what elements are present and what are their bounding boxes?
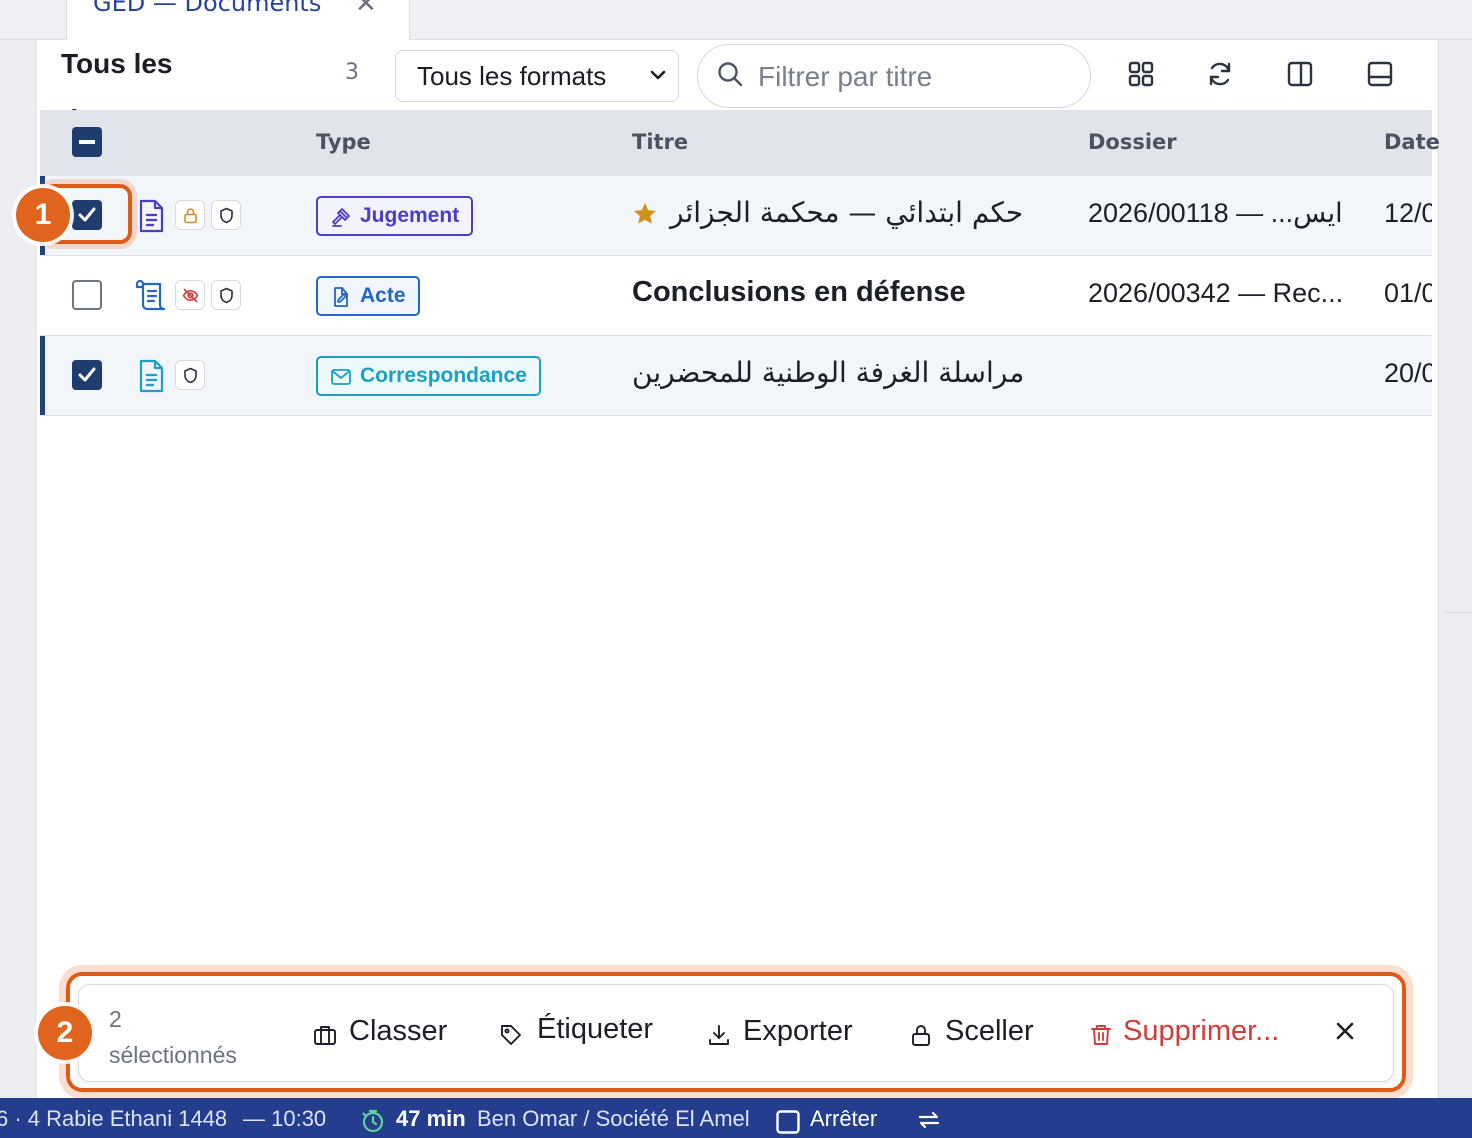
search-input[interactable] xyxy=(758,59,1078,95)
type-badge: Acte xyxy=(316,276,420,316)
file-edit-icon xyxy=(334,287,348,307)
bottom-panel-button[interactable] xyxy=(1364,58,1396,90)
close-icon[interactable]: ✕ xyxy=(355,0,377,19)
shield-badge xyxy=(175,360,205,390)
chevron-down-icon xyxy=(650,70,666,80)
classer-button[interactable]: Classer xyxy=(313,1015,453,1055)
classer-label: Classer xyxy=(349,1015,448,1047)
scroll-icon xyxy=(135,279,166,311)
bulk-action-bar: 2 sélectionnés Classer Étiqueter Exporte… xyxy=(78,984,1394,1082)
tab-title: GED — Documents xyxy=(93,0,322,17)
folder-cell: 2026/00342 — Rec... xyxy=(1088,278,1344,308)
exporter-button[interactable]: Exporter xyxy=(707,1015,867,1055)
side-panel-icon xyxy=(1287,61,1313,87)
grid-view-button[interactable] xyxy=(1125,58,1157,90)
row-checkbox[interactable] xyxy=(72,360,102,390)
shield-icon xyxy=(220,207,233,224)
lock-icon xyxy=(184,208,197,224)
type-badge: Correspondance xyxy=(316,356,541,396)
search-box[interactable] xyxy=(697,44,1091,108)
lock-icon xyxy=(912,1025,930,1046)
etiqueter-label: Étiqueter xyxy=(537,1013,654,1045)
exporter-label: Exporter xyxy=(743,1015,853,1047)
shield-badge xyxy=(211,280,241,310)
date-cell: 20/0 xyxy=(1384,358,1432,388)
table-header: Type Titre Dossier Date xyxy=(40,110,1440,176)
date-cell: 01/0 xyxy=(1384,278,1432,308)
column-header-type[interactable]: Type xyxy=(316,130,371,154)
shield-icon xyxy=(220,287,233,304)
table-row[interactable]: Acte Conclusions en défense 2026/00342 —… xyxy=(40,256,1432,336)
sceller-button[interactable]: Sceller xyxy=(909,1015,1049,1055)
document-title: حكم ابتدائي — محكمة الجزائر xyxy=(670,196,1024,229)
grid-view-icon xyxy=(1128,61,1154,87)
hidden-badge xyxy=(175,280,205,310)
type-badge: Jugement xyxy=(316,196,474,236)
trash-icon xyxy=(1091,1025,1111,1045)
right-sidebar-edge xyxy=(1438,40,1472,1098)
stop-icon xyxy=(776,1110,800,1134)
refresh-icon xyxy=(1209,62,1231,86)
stop-timer-label: Arrêter xyxy=(810,1106,878,1131)
documents-panel: Tous les documents 3 Tous les formats Ty… xyxy=(37,40,1440,1098)
timer-duration: 47 min xyxy=(396,1106,466,1131)
clock-time: — 10:30 xyxy=(243,1106,327,1131)
briefcase-icon xyxy=(314,1026,336,1045)
selection-count: 2 sélectionnés xyxy=(109,1001,237,1073)
etiqueter-button[interactable]: Étiqueter xyxy=(499,1013,659,1055)
side-panel-button[interactable] xyxy=(1284,58,1316,90)
selection-count-number: 2 xyxy=(109,1006,122,1032)
select-all-checkbox[interactable] xyxy=(72,127,102,157)
tab-strip: GED — Documents ✕ xyxy=(0,0,1472,40)
column-header-folder[interactable]: Dossier xyxy=(1088,130,1177,154)
column-header-date[interactable]: Date xyxy=(1384,130,1440,154)
download-icon xyxy=(709,1025,729,1045)
column-header-title[interactable]: Titre xyxy=(632,130,688,154)
callout-number-1: 1 xyxy=(16,188,70,242)
check-icon xyxy=(78,367,96,382)
document-icon xyxy=(139,199,164,233)
date-cell: 12/0 xyxy=(1384,198,1432,228)
callout-number-2: 2 xyxy=(38,1006,92,1060)
shield-badge xyxy=(211,200,241,230)
supprimer-label: Supprimer... xyxy=(1123,1015,1280,1047)
tab-documents[interactable]: GED — Documents ✕ xyxy=(66,0,410,40)
lock-badge xyxy=(175,200,205,230)
mail-icon xyxy=(331,369,351,385)
table-row[interactable]: Correspondance مراسلة الغرفة الوطنية للم… xyxy=(40,336,1432,416)
shield-icon xyxy=(184,367,197,384)
close-icon[interactable] xyxy=(1333,1019,1357,1043)
format-select[interactable]: Tous les formats xyxy=(395,50,679,102)
active-client[interactable]: Ben Omar / Société El Amel xyxy=(477,1106,750,1132)
supprimer-button[interactable]: Supprimer... xyxy=(1089,1015,1299,1055)
selection-count-label: sélectionnés xyxy=(109,1042,237,1068)
hijri-date: 6 · 4 Rabie Ethani 1448 xyxy=(0,1106,228,1131)
switch-icon[interactable] xyxy=(916,1107,942,1133)
search-icon xyxy=(718,62,743,87)
status-bar: 6 · 4 Rabie Ethani 1448 — 10:30 47 min B… xyxy=(0,1098,1472,1138)
format-select-value: Tous les formats xyxy=(417,61,607,91)
bottom-panel-icon xyxy=(1367,61,1393,87)
gavel-icon xyxy=(332,208,350,227)
sceller-label: Sceller xyxy=(945,1015,1034,1047)
tag-icon xyxy=(501,1025,521,1045)
type-label: Jugement xyxy=(360,204,460,227)
document-count: 3 xyxy=(345,60,359,85)
timer-icon xyxy=(362,1109,384,1133)
refresh-button[interactable] xyxy=(1204,58,1236,90)
row-checkbox[interactable] xyxy=(72,280,102,310)
star-icon[interactable] xyxy=(632,201,658,227)
document-title: مراسلة الغرفة الوطنية للمحضرين xyxy=(632,356,1025,389)
type-label: Acte xyxy=(360,284,406,307)
folder-cell: 2026/00118 — ...ايس xyxy=(1088,198,1343,228)
document-icon xyxy=(139,359,164,393)
type-label: Correspondance xyxy=(360,364,527,387)
eye-off-icon xyxy=(182,288,199,303)
document-title: Conclusions en défense xyxy=(632,276,966,308)
table-row[interactable]: Jugement حكم ابتدائي — محكمة الجزائر 202… xyxy=(40,176,1432,256)
